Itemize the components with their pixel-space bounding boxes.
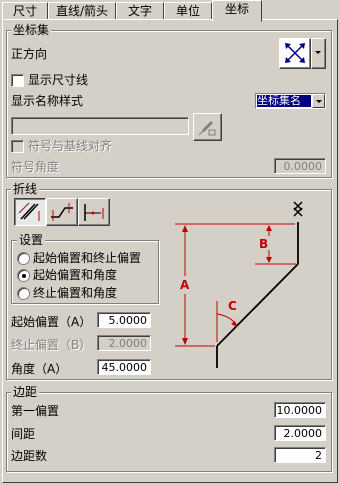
pencil-icon xyxy=(198,121,216,136)
tab-coordinate[interactable]: 坐标 xyxy=(212,0,262,22)
option-end-offset-angle-label: 终止偏置和角度 xyxy=(33,286,118,300)
margin-title: 边距 xyxy=(11,385,40,399)
first-offset-label: 第一偏置 xyxy=(11,404,60,418)
symbol-angle-field[interactable]: 0.0000 xyxy=(274,158,326,174)
orientation-icon xyxy=(285,43,305,63)
symbol-angle-label: 符号角度 xyxy=(11,160,60,174)
jog-settings-title: 设置 xyxy=(17,233,46,247)
tab-unit[interactable]: 单位 xyxy=(164,2,212,20)
first-offset-field[interactable]: 10.0000 xyxy=(274,402,326,418)
show-dimension-line-label: 显示尺寸线 xyxy=(28,73,89,87)
dimension-b-label: B xyxy=(259,237,268,251)
align-symbol-label: 符号与基线对齐 xyxy=(28,139,113,153)
tab-text[interactable]: 文字 xyxy=(116,2,164,20)
show-dimension-line-checkbox[interactable] xyxy=(11,74,24,87)
angle-c-label: C xyxy=(228,299,237,313)
jog-title: 折线 xyxy=(11,182,40,196)
option-start-end-offset-radio[interactable] xyxy=(17,252,30,265)
tab-line-arrow[interactable]: 直线/箭头 xyxy=(48,2,116,20)
jog-step-icon xyxy=(51,203,73,221)
orientation-label: 正方向 xyxy=(11,47,48,61)
chevron-down-icon[interactable] xyxy=(312,94,325,108)
name-style-value: 坐标集名 xyxy=(257,95,311,107)
align-symbol-checkbox[interactable] xyxy=(11,140,24,153)
jog-type-button-1[interactable] xyxy=(14,198,46,226)
angle-label: 角度（A） xyxy=(11,362,68,376)
name-field[interactable] xyxy=(11,117,189,135)
option-start-offset-angle-label: 起始偏置和角度 xyxy=(33,268,118,282)
margin-count-label: 边距数 xyxy=(11,449,48,463)
end-offset-field[interactable]: 2.0000 xyxy=(97,335,151,351)
jog-type-button-2[interactable] xyxy=(46,198,78,226)
jog-slash-icon xyxy=(18,202,40,221)
option-start-end-offset-label: 起始偏置和终止偏置 xyxy=(33,251,142,265)
chevron-down-icon xyxy=(315,51,321,54)
margin-count-field[interactable]: 2 xyxy=(274,447,326,463)
angle-field[interactable]: 45.0000 xyxy=(97,359,151,375)
end-offset-label: 终止偏置（B） xyxy=(11,338,92,352)
coord-set-title: 坐标集 xyxy=(11,23,52,37)
dimension-a-label: A xyxy=(180,278,190,292)
jog-type-button-3[interactable] xyxy=(78,198,110,226)
start-offset-label: 起始偏置（A） xyxy=(11,315,92,329)
name-style-select[interactable]: 坐标集名 xyxy=(255,93,326,109)
jog-offset-icon xyxy=(84,204,104,221)
name-style-edit-button[interactable] xyxy=(193,113,222,141)
start-offset-field[interactable]: 5.0000 xyxy=(97,312,151,328)
option-start-offset-angle-radio[interactable] xyxy=(17,269,30,282)
option-end-offset-angle-radio[interactable] xyxy=(17,287,30,300)
spacing-field[interactable]: 2.0000 xyxy=(274,425,326,441)
jog-diagram: A B C xyxy=(175,201,303,368)
tab-bar: 尺寸 直线/箭头 文字 单位 坐标 xyxy=(0,0,340,22)
orientation-dropdown-button[interactable] xyxy=(311,38,326,69)
spacing-label: 间距 xyxy=(11,427,36,441)
orientation-picker[interactable] xyxy=(279,38,311,69)
tab-dimension[interactable]: 尺寸 xyxy=(2,2,48,20)
show-name-style-label: 显示名称样式 xyxy=(11,94,84,108)
